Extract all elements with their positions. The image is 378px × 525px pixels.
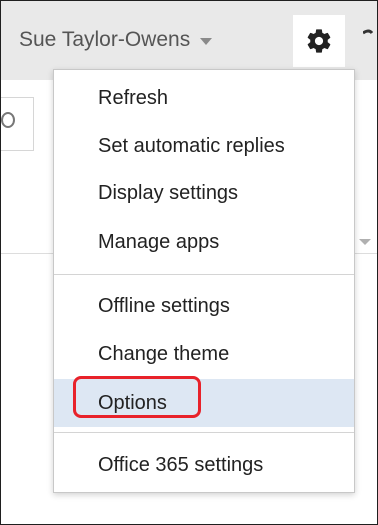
menu-item-offline-settings[interactable]: Offline settings	[54, 286, 354, 326]
settings-menu: Refresh Set automatic replies Display se…	[53, 69, 355, 493]
search-box[interactable]	[1, 97, 34, 151]
menu-item-manage-apps[interactable]: Manage apps	[54, 222, 354, 262]
menu-item-office-365-settings[interactable]: Office 365 settings	[54, 445, 354, 485]
menu-divider	[54, 274, 354, 275]
window-frame: Sue Taylor-Owens Refresh Set automatic r…	[0, 0, 378, 525]
user-menu-button[interactable]: Sue Taylor-Owens	[19, 23, 213, 57]
help-icon[interactable]	[363, 27, 373, 49]
menu-item-display-settings[interactable]: Display settings	[54, 173, 354, 213]
menu-item-set-automatic-replies[interactable]: Set automatic replies	[54, 126, 354, 166]
gear-icon	[307, 29, 331, 53]
menu-item-change-theme[interactable]: Change theme	[54, 334, 354, 374]
menu-item-options[interactable]: Options	[54, 379, 354, 427]
user-name: Sue Taylor-Owens	[19, 28, 191, 51]
menu-item-refresh[interactable]: Refresh	[54, 78, 354, 118]
caret-down-icon	[200, 37, 213, 45]
search-icon	[1, 112, 15, 128]
menu-divider	[54, 432, 354, 433]
settings-button[interactable]	[293, 15, 345, 67]
chevron-down-icon[interactable]	[359, 239, 371, 245]
